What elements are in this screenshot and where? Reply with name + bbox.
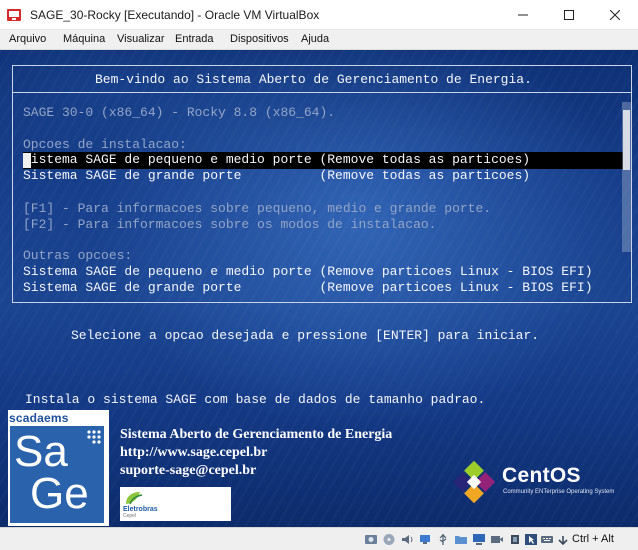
status-bar: Ctrl + Alt (0, 527, 638, 550)
host-key-arrow-icon (558, 536, 568, 546)
mouse-integration-icon[interactable] (524, 533, 538, 546)
centos-tagline: Community ENTerprise Operating System (503, 489, 615, 495)
help-line-f2: [F2] - Para informacoes sobre os modos d… (23, 217, 437, 232)
menu-entrada[interactable]: Entrada (175, 33, 214, 45)
menu-maquina[interactable]: Máquina (63, 33, 105, 45)
hard-disk-icon[interactable] (364, 533, 378, 546)
eletrobras-logo: Eletrobras Cepel (120, 487, 231, 521)
menu-ajuda[interactable]: Ajuda (301, 33, 329, 45)
other-option-small-medium-efi[interactable]: Sistema SAGE de pequeno e medio porte (R… (23, 264, 593, 280)
boot-menu-scroll-thumb[interactable] (623, 110, 630, 170)
menu-visualizar[interactable]: Visualizar (117, 33, 165, 45)
boot-option-description: Instala o sistema SAGE com base de dados… (25, 392, 486, 407)
help-line-f1: [F1] - Para informacoes sobre pequeno, m… (23, 201, 492, 216)
close-button[interactable] (592, 0, 638, 30)
video-capture-icon[interactable] (490, 533, 504, 546)
other-option-large-efi[interactable]: Sistema SAGE de grande porte (Remove par… (23, 280, 593, 296)
boot-version: SAGE 30-0 (x86_64) - Rocky 8.8 (x86_64). (23, 105, 336, 120)
maximize-icon (564, 10, 574, 20)
menu-dispositivos[interactable]: Dispositivos (230, 33, 289, 45)
sage-support-email: suporte-sage@cepel.br (120, 463, 257, 478)
menu-arquivo[interactable]: Arquivo (9, 33, 46, 45)
eletrobras-sub: Cepel (123, 513, 137, 519)
install-option-large[interactable]: Sistema SAGE de grande porte (Remove tod… (23, 168, 530, 184)
close-icon (610, 10, 620, 20)
scadaems-label: scadaems (9, 411, 69, 425)
menu-bar: Arquivo Máquina Visualizar Entrada Dispo… (0, 30, 638, 50)
sage-dots-icon (87, 430, 101, 444)
eletrobras-name: Eletrobras (123, 506, 158, 513)
window-title: SAGE_30-Rocky [Executando] - Oracle VM V… (30, 8, 320, 22)
other-options-heading: Outras opcoes: (23, 248, 133, 263)
virtualbox-app-icon (7, 9, 21, 21)
boot-prompt: Selecione a opcao desejada e pressione [… (71, 328, 540, 343)
text-cursor (23, 153, 31, 168)
usb-icon[interactable] (436, 533, 450, 546)
shared-folders-icon[interactable] (454, 533, 468, 546)
guest-display[interactable]: Bem-vindo ao Sistema Aberto de Gerenciam… (0, 50, 638, 527)
sage-logo-bottom: Ge (30, 469, 89, 518)
boot-header: Bem-vindo ao Sistema Aberto de Gerenciam… (95, 72, 532, 87)
network-icon[interactable] (418, 533, 432, 546)
sage-logo-box: Sa Ge (10, 426, 104, 523)
cpu-icon[interactable] (508, 533, 522, 546)
minimize-icon (518, 14, 528, 16)
keyboard-capture-icon[interactable] (540, 533, 554, 546)
optical-drive-icon[interactable] (382, 533, 396, 546)
install-options-heading: Opcoes de instalacao: (23, 137, 187, 152)
display-icon[interactable] (472, 533, 486, 546)
host-key-label: Ctrl + Alt (572, 533, 614, 545)
audio-icon[interactable] (400, 533, 414, 546)
install-option-small-medium[interactable]: Sistema SAGE de pequeno e medio porte (R… (23, 152, 530, 168)
sage-logo-top: Sa (14, 427, 68, 476)
window-titlebar[interactable]: SAGE_30-Rocky [Executando] - Oracle VM V… (0, 0, 638, 30)
minimize-button[interactable] (500, 0, 546, 30)
sage-website: http://www.sage.cepel.br (120, 445, 268, 460)
maximize-button[interactable] (546, 0, 592, 30)
sage-logo: scadaems Sa Ge (8, 410, 109, 526)
centos-logo-icon (452, 460, 496, 504)
eletrobras-leaf-icon (126, 492, 143, 505)
centos-wordmark: CentOS (502, 464, 581, 487)
boot-menu-divider (12, 92, 632, 93)
sage-full-name: Sistema Aberto de Gerenciamento de Energ… (120, 427, 393, 442)
